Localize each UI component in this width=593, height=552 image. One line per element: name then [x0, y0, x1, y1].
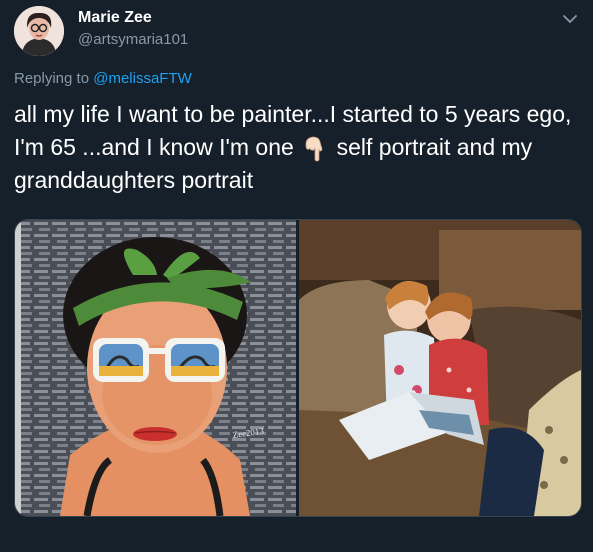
avatar[interactable]	[14, 6, 64, 56]
author-name[interactable]: Marie Zee	[78, 9, 152, 27]
chevron-down-icon[interactable]	[561, 10, 579, 28]
granddaughters-portrait-painting[interactable]	[299, 220, 581, 516]
avatar-image	[14, 6, 64, 56]
pointing-down-hand-icon	[305, 136, 323, 162]
reply-mention-link[interactable]: @melissaFTW	[93, 70, 192, 87]
media-grid: Zee2013	[14, 219, 582, 517]
self-portrait-image: Zee2013	[15, 220, 296, 516]
tweet-text: all my life I want to be painter...I sta…	[14, 98, 584, 197]
granddaughters-portrait-image	[299, 220, 581, 516]
replying-to: Replying to @melissaFTW	[14, 70, 192, 87]
author-handle[interactable]: @artsymaria101	[78, 31, 188, 48]
replying-to-label: Replying to	[14, 70, 90, 87]
self-portrait-painting[interactable]: Zee2013	[15, 220, 296, 516]
